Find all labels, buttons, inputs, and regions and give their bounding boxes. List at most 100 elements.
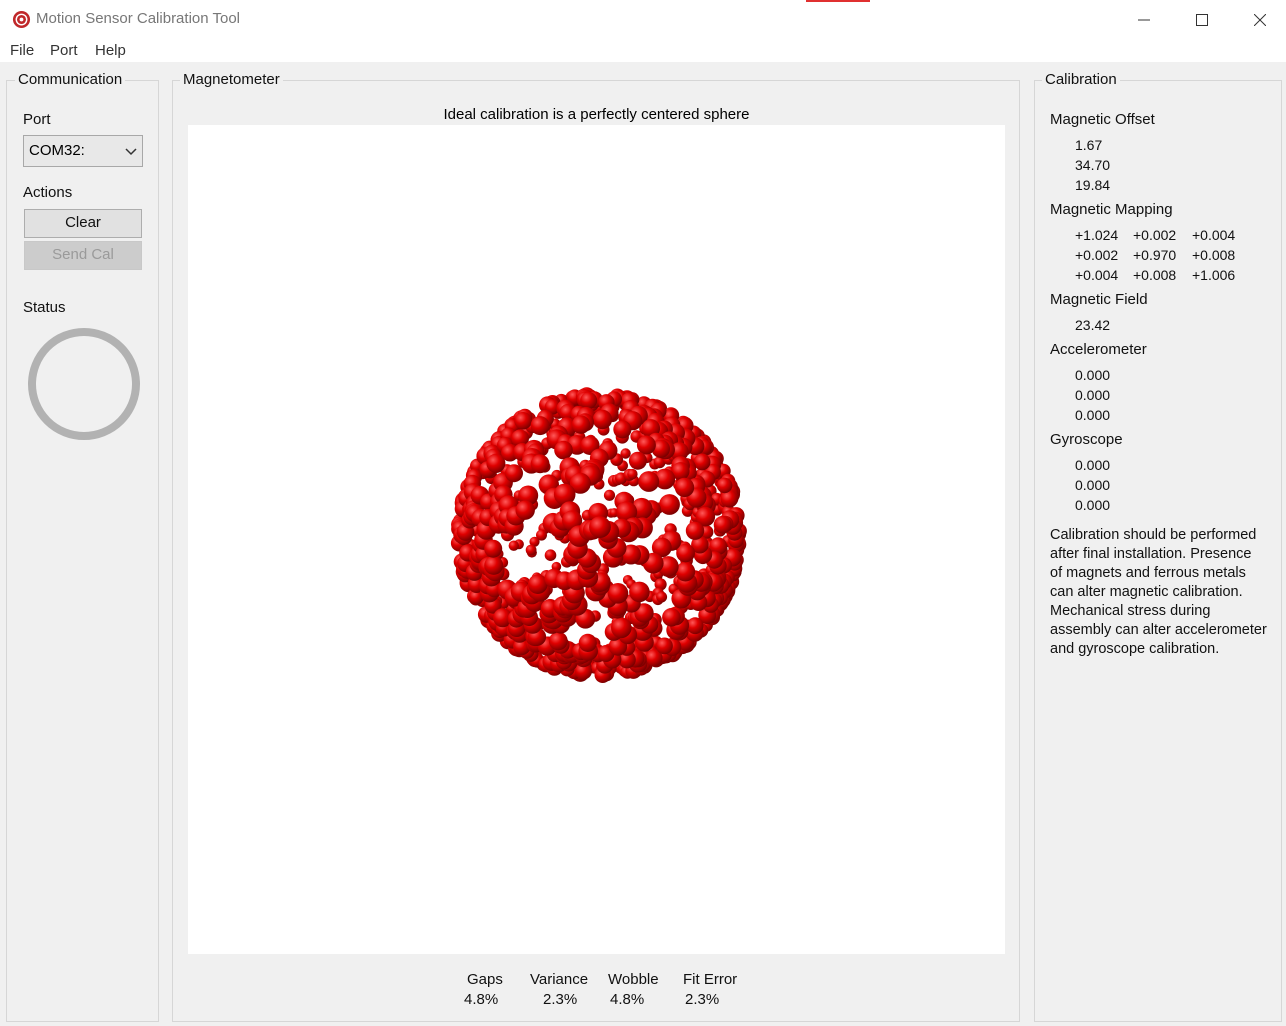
offset-x: 1.67 [1075,137,1103,153]
minimize-icon [1138,19,1150,21]
note-line: after final installation. Presence [1050,546,1252,562]
gyro-x: 0.000 [1075,457,1111,473]
sample-point [685,521,705,540]
sphere-point-cloud [450,387,747,683]
sample-point [515,500,535,520]
sample-point [686,617,704,635]
sample-point [589,516,611,538]
sample-point [662,608,681,627]
sample-point [544,549,557,561]
wobble-value: 4.8% [610,991,645,1008]
sample-point [603,489,616,501]
sample-point [530,454,550,474]
mapping-cell: +1.024 [1075,227,1119,243]
calibration-title: Calibration [1042,71,1120,88]
sample-point [525,544,537,556]
sample-point [620,448,631,459]
sample-point [554,440,573,460]
gyro-y: 0.000 [1075,477,1111,493]
mapping-cell: +1.006 [1192,267,1236,283]
mapping-cell: +0.002 [1075,247,1119,263]
sample-point [611,617,632,639]
sample-point [578,633,597,652]
variance-label: Variance [530,971,589,988]
sample-point [628,451,647,470]
status-label: Status [23,299,66,316]
sample-point [627,468,638,480]
note-line: can alter magnetic calibration. [1050,584,1243,600]
magnetometer-title: Magnetometer [180,71,283,88]
sample-point [484,555,504,575]
actions-label: Actions [23,184,73,201]
sample-point [580,392,598,409]
menu-file[interactable]: File [10,42,34,59]
gyro-z: 0.000 [1075,497,1111,513]
magnetometer-plot[interactable] [188,125,1005,954]
menu-bar: File Port Help [0,40,1286,62]
port-select[interactable]: COM32: [23,135,143,167]
minimize-button[interactable] [1115,0,1173,40]
chevron-down-icon [125,148,137,156]
port-label: Port [23,111,51,128]
sample-point [716,477,733,494]
gaps-value: 4.8% [464,991,499,1008]
fit-error-label: Fit Error [683,971,738,988]
accel-z: 0.000 [1075,407,1111,423]
mapping-cell: +0.004 [1075,267,1119,283]
variance-value: 2.3% [543,991,578,1008]
magnetic-field-value: 23.42 [1075,317,1111,333]
note-line: Mechanical stress during [1050,603,1211,619]
close-button[interactable] [1231,0,1286,40]
clear-button[interactable]: Clear [24,209,142,238]
sample-point [571,415,591,434]
menu-port[interactable]: Port [50,42,78,59]
sample-point [484,539,503,558]
magnetometer-heading: Ideal calibration is a perfectly centere… [443,106,750,123]
calibration-note: Calibration should be performed after fi… [1050,526,1267,659]
sample-point [505,464,523,483]
sample-point [514,412,532,430]
sample-point [636,435,656,455]
gaps-label: Gaps [467,971,503,988]
sample-point [656,591,668,603]
fit-error-value: 2.3% [685,991,720,1008]
sample-point [548,631,568,651]
sample-point [713,515,732,534]
sample-point [508,540,519,551]
sample-point [607,583,629,604]
magnetic-mapping-label: Magnetic Mapping [1050,201,1173,218]
sample-point [530,416,550,436]
mapping-cell: +0.002 [1133,227,1177,243]
title-bar: Motion Sensor Calibration Tool [0,0,1286,40]
note-line: assembly can alter accelerometer [1050,622,1267,638]
sample-point [674,477,695,498]
accelerometer-label: Accelerometer [1050,341,1147,358]
sample-point [592,409,613,430]
send-cal-button[interactable]: Send Cal [24,241,142,270]
app-icon [12,10,31,29]
note-line: of magnets and ferrous metals [1050,565,1246,581]
sample-point [656,637,673,655]
magnetic-field-label: Magnetic Field [1050,291,1148,308]
note-line: and gyroscope calibration. [1050,641,1220,657]
communication-title: Communication [15,71,126,88]
maximize-button[interactable] [1173,0,1231,40]
mapping-cell: +0.008 [1192,247,1236,263]
sample-point [659,494,680,515]
magnetic-offset-label: Magnetic Offset [1050,111,1155,128]
offset-z: 19.84 [1075,177,1111,193]
sample-point [638,471,660,492]
note-line: Calibration should be performed [1050,527,1257,543]
menu-help[interactable]: Help [95,42,126,59]
port-select-value: COM32: [29,142,85,159]
mapping-cell: +0.970 [1133,247,1177,263]
maximize-icon [1196,14,1208,26]
title-accent [806,0,870,2]
sample-point [613,420,632,439]
sample-point [693,453,711,471]
close-icon [1254,14,1266,26]
accel-x: 0.000 [1075,367,1111,383]
offset-y: 34.70 [1075,157,1111,173]
gyroscope-label: Gyroscope [1050,431,1123,448]
status-ring-icon [28,328,140,440]
